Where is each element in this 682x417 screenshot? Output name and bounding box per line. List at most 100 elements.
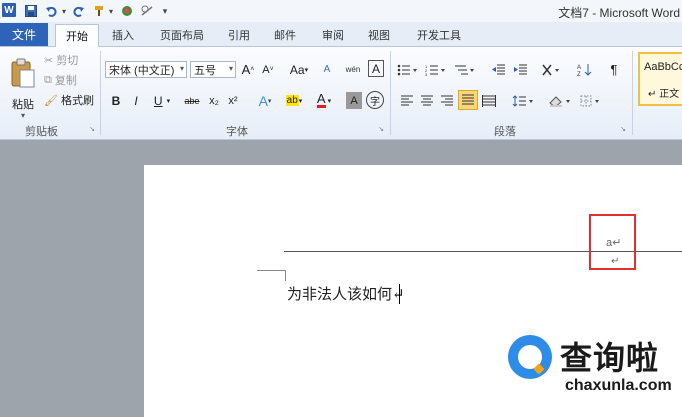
bold-button[interactable]: B xyxy=(108,92,124,109)
tab-developer[interactable]: 开发工具 xyxy=(410,24,468,45)
format-painter-button[interactable]: 🖌 格式刷 xyxy=(44,92,94,108)
group-separator xyxy=(632,51,633,135)
style-name-label: ↵ 正文 xyxy=(648,88,680,100)
clear-format-button[interactable]: A xyxy=(318,61,336,78)
copy-button[interactable]: ⧉ 复制 xyxy=(44,72,77,88)
tab-home[interactable]: 开始 xyxy=(55,24,99,47)
increase-indent-button[interactable] xyxy=(512,61,530,78)
tab-file[interactable]: 文件 xyxy=(0,23,48,46)
clipboard-launcher-icon[interactable]: ↘ xyxy=(88,125,96,133)
clipboard-group-label: 剪贴板 xyxy=(25,126,58,138)
tab-mailings[interactable]: 邮件 xyxy=(268,24,302,45)
tab-references[interactable]: 引用 xyxy=(222,24,256,45)
body-text[interactable]: 为非法人该如何↵ xyxy=(287,283,405,304)
highlight-label: ab xyxy=(285,95,299,106)
margin-corner-mark xyxy=(257,270,286,281)
asian-layout-button[interactable] xyxy=(540,61,564,78)
italic-button[interactable]: I xyxy=(128,92,144,109)
ribbon-tabs: 文件 开始 插入 页面布局 引用 邮件 审阅 视图 开发工具 xyxy=(0,22,682,47)
paragraph-mark: ↵ xyxy=(611,256,620,267)
align-center-button[interactable] xyxy=(418,92,436,109)
font-name-combo[interactable]: 宋体 (中文正) ▾ xyxy=(105,61,187,78)
show-marks-button[interactable]: ¶ xyxy=(606,61,622,78)
decrease-indent-button[interactable] xyxy=(490,61,508,78)
spell-check-icon[interactable] xyxy=(140,3,154,19)
header-text[interactable]: a↵ xyxy=(606,236,621,249)
watermark-brand: 查询啦 xyxy=(560,339,660,377)
chevron-down-icon: ▾ xyxy=(228,64,233,73)
paragraph-launcher-icon[interactable]: ↘ xyxy=(619,125,627,133)
phonetic-guide-button[interactable]: wén xyxy=(342,59,364,79)
multilevel-list-button[interactable] xyxy=(452,61,478,78)
brush-icon: 🖌 xyxy=(44,94,58,107)
undo-dropdown-icon[interactable]: ▾ xyxy=(60,3,68,19)
superscript-button[interactable]: x² xyxy=(224,92,242,109)
font-name-value: 宋体 (中文正) xyxy=(109,64,175,77)
distributed-button[interactable] xyxy=(480,92,498,109)
group-separator xyxy=(100,51,101,135)
change-case-label: Aa xyxy=(289,62,305,77)
tab-review[interactable]: 审阅 xyxy=(316,24,350,45)
grow-font-label: A xyxy=(241,62,251,77)
numbering-button[interactable]: 123 xyxy=(424,61,448,78)
enclose-characters-button[interactable]: 字 xyxy=(366,91,384,109)
borders-button[interactable] xyxy=(578,92,604,109)
font-group-label: 字体 xyxy=(226,126,248,138)
text-effect-button[interactable]: A ▾ xyxy=(254,92,276,109)
highlight-button[interactable]: ab ▾ xyxy=(282,92,306,109)
format-painter-qa-icon[interactable] xyxy=(92,3,106,19)
copy-label: 复制 xyxy=(54,75,77,87)
font-launcher-icon[interactable]: ↘ xyxy=(377,125,385,133)
character-border-label: A xyxy=(371,61,380,76)
word-app-icon[interactable]: W xyxy=(2,3,16,17)
dropdown-icon[interactable]: ▾ xyxy=(107,3,115,19)
save-icon[interactable] xyxy=(24,3,38,19)
align-right-button[interactable] xyxy=(438,92,456,109)
paste-dropdown-icon[interactable]: ▾ xyxy=(16,110,30,120)
character-shading-button[interactable]: A xyxy=(346,92,362,109)
scissors-icon: ✂ xyxy=(44,54,54,67)
shading-button[interactable] xyxy=(546,92,574,109)
watermark-url: chaxunla.com xyxy=(565,377,672,394)
tab-view[interactable]: 视图 xyxy=(362,24,396,45)
undo-icon[interactable] xyxy=(44,3,58,19)
tab-insert[interactable]: 插入 xyxy=(106,24,140,45)
strikethrough-button[interactable]: abe xyxy=(180,92,204,109)
format-painter-label: 格式刷 xyxy=(60,95,94,107)
shrink-font-button[interactable]: A ˅ xyxy=(260,61,276,78)
clear-format-label: A xyxy=(323,64,331,75)
underline-label: U xyxy=(153,93,163,108)
watermark-logo-icon xyxy=(508,335,552,379)
underline-button[interactable]: U ▾ xyxy=(148,92,176,109)
text-cursor xyxy=(399,284,400,304)
align-left-button[interactable] xyxy=(398,92,416,109)
paragraph-group-label: 段落 xyxy=(494,126,516,138)
cut-button[interactable]: ✂ 剪切 xyxy=(44,52,78,68)
font-size-value: 五号 xyxy=(194,64,216,77)
style-normal-tile[interactable]: AaBbCc ↵ 正文 xyxy=(638,52,682,106)
character-border-button[interactable]: A xyxy=(368,60,384,77)
customize-qa-icon[interactable]: ▾ xyxy=(160,3,170,19)
grow-font-button[interactable]: A ˄ xyxy=(240,61,256,78)
subscript-button[interactable]: x₂ xyxy=(205,92,223,109)
copy-icon: ⧉ xyxy=(44,73,52,86)
sort-button[interactable]: AZ xyxy=(576,61,594,78)
ribbon: 粘贴 ▾ ✂ 剪切 ⧉ 复制 🖌 格式刷 剪贴板 ↘ 宋体 (中文正) ▾ 五号 ▾ … xyxy=(0,47,682,140)
justify-button[interactable] xyxy=(458,90,478,110)
line-spacing-button[interactable] xyxy=(510,92,536,109)
color-circle-icon[interactable] xyxy=(120,3,134,19)
font-color-button[interactable]: A ▾ xyxy=(312,92,336,109)
phonetic-guide-label: wén xyxy=(345,64,361,74)
redo-icon[interactable] xyxy=(72,3,86,19)
bullets-button[interactable] xyxy=(396,61,420,78)
tab-page-layout[interactable]: 页面布局 xyxy=(152,24,212,45)
change-case-button[interactable]: Aa ▾ xyxy=(286,61,312,78)
svg-text:Z: Z xyxy=(577,72,581,77)
style-preview-text: AaBbCc xyxy=(644,60,682,73)
paste-button[interactable] xyxy=(6,51,40,95)
font-size-combo[interactable]: 五号 ▾ xyxy=(190,61,236,78)
cut-label: 剪切 xyxy=(56,55,79,67)
group-separator xyxy=(390,51,391,135)
paste-label: 粘贴 xyxy=(12,99,34,111)
font-color-label: A xyxy=(316,91,326,108)
